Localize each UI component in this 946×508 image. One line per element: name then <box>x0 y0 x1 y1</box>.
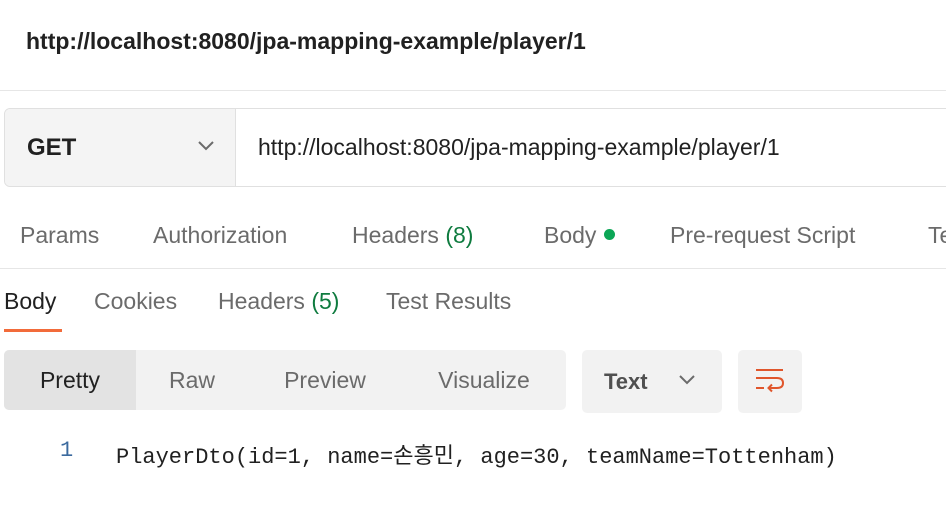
view-visualize-button[interactable]: Visualize <box>402 350 566 410</box>
chevron-down-icon <box>197 139 215 157</box>
response-tab-cookies-label: Cookies <box>94 288 178 314</box>
tab-authorization[interactable]: Authorization <box>153 222 287 249</box>
response-tab-cookies[interactable]: Cookies <box>94 288 177 315</box>
tab-tests[interactable]: Te <box>928 222 946 249</box>
format-select[interactable]: Text <box>582 350 722 413</box>
body-indicator-dot <box>604 229 616 241</box>
response-headers-count: (5) <box>311 288 340 314</box>
active-tab-underline <box>4 329 62 332</box>
method-label: GET <box>27 133 77 161</box>
tab-params-label: Params <box>20 222 100 248</box>
header-divider <box>0 90 946 91</box>
view-mode-toggle: Pretty Raw Preview Visualize <box>4 350 566 410</box>
tab-headers-label: Headers <box>352 222 439 248</box>
tab-pre-request-label: Pre-request Script <box>670 222 856 248</box>
wrap-lines-icon <box>754 365 786 398</box>
chevron-down-icon <box>678 373 696 391</box>
headers-count: (8) <box>445 222 474 248</box>
response-tab-body-label: Body <box>4 288 57 314</box>
url-input[interactable]: http://localhost:8080/jpa-mapping-exampl… <box>236 109 946 186</box>
response-tab-test-results-label: Test Results <box>386 288 512 314</box>
url-text: http://localhost:8080/jpa-mapping-exampl… <box>258 134 780 160</box>
tabs-divider <box>0 268 946 269</box>
view-pretty-button[interactable]: Pretty <box>4 350 136 410</box>
response-tab-headers-label: Headers <box>218 288 305 314</box>
response-tab-headers[interactable]: Headers (5) <box>218 288 339 315</box>
request-title: http://localhost:8080/jpa-mapping-exampl… <box>26 28 586 54</box>
tab-pre-request-script[interactable]: Pre-request Script <box>670 222 855 249</box>
view-preview-button[interactable]: Preview <box>248 350 402 410</box>
method-select[interactable]: GET <box>5 109 236 186</box>
tab-authorization-label: Authorization <box>153 222 288 248</box>
tab-headers[interactable]: Headers (8) <box>352 222 473 249</box>
view-raw-button[interactable]: Raw <box>136 350 248 410</box>
response-body-text: PlayerDto(id=1, name=손흥민, age=30, teamNa… <box>116 445 837 470</box>
line-number: 1 <box>60 438 74 463</box>
request-tabs: Params Authorization Headers (8) Body Pr… <box>0 212 946 260</box>
format-label: Text <box>604 368 648 394</box>
response-tab-body[interactable]: Body <box>4 288 56 315</box>
request-bar: GET http://localhost:8080/jpa-mapping-ex… <box>4 108 946 187</box>
response-code-line: 1 PlayerDto(id=1, name=손흥민, age=30, team… <box>0 436 946 470</box>
tab-body-label: Body <box>544 222 597 248</box>
wrap-lines-button[interactable] <box>738 350 802 413</box>
tab-body[interactable]: Body <box>544 222 616 249</box>
response-tab-test-results[interactable]: Test Results <box>386 288 511 315</box>
tab-params[interactable]: Params <box>20 222 99 249</box>
tab-tests-label: Te <box>928 222 946 248</box>
